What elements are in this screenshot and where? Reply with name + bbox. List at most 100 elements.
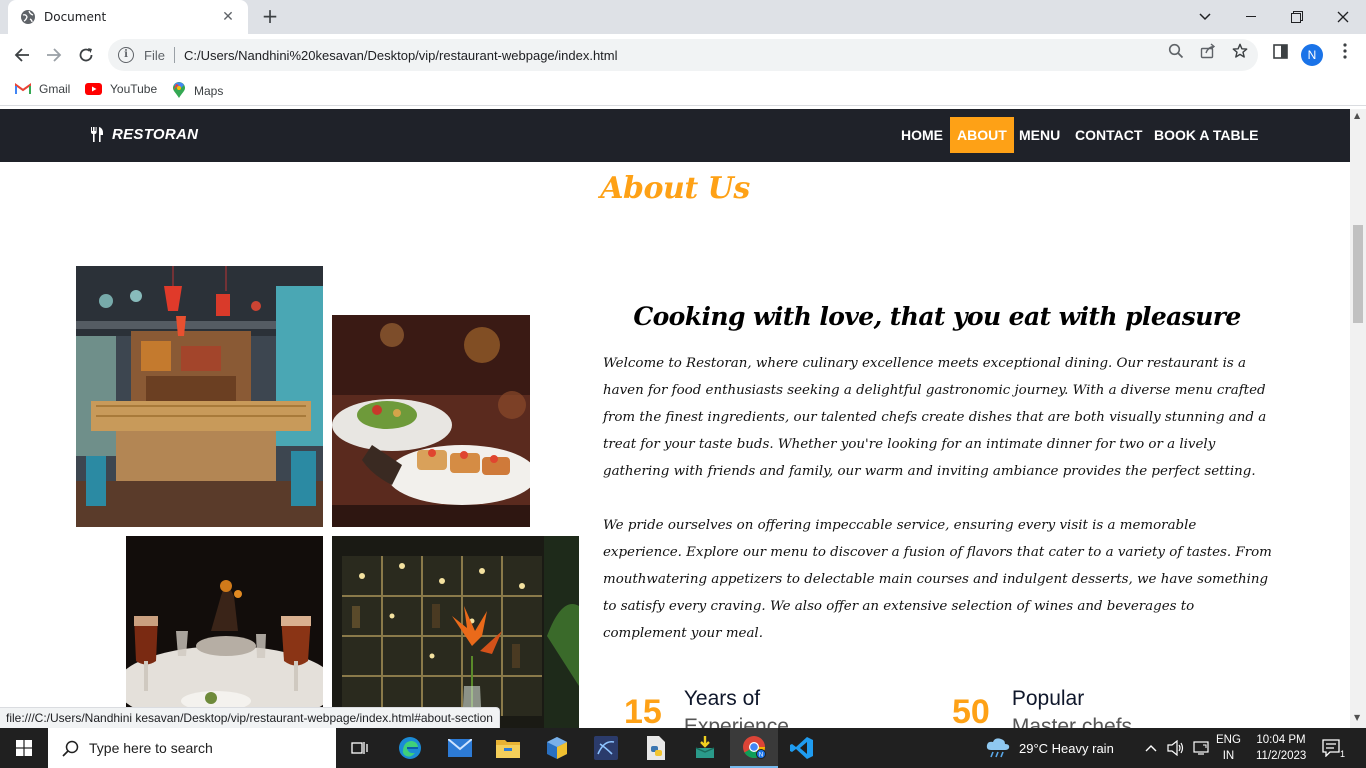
scroll-up-icon[interactable]: ▲: [1354, 111, 1360, 120]
scroll-down-icon[interactable]: ▼: [1354, 713, 1360, 722]
minimize-button[interactable]: [1228, 0, 1274, 34]
nav-contact[interactable]: CONTACT: [1068, 117, 1149, 153]
arrow-left-icon: [14, 48, 29, 62]
vscode-icon: [790, 737, 813, 759]
bookmark-label: Maps: [194, 83, 224, 98]
nav-home[interactable]: HOME: [894, 117, 950, 153]
arrow-right-icon: [47, 48, 62, 62]
share-button[interactable]: [1199, 42, 1217, 60]
stat-years: 15 Years of Experience: [624, 685, 789, 728]
install-package-icon: [695, 736, 715, 758]
task-view-button[interactable]: [336, 728, 384, 768]
page-viewport: RESTORAN HOME ABOUT MENU CONTACT BOOK A …: [0, 109, 1350, 728]
taskbar-search[interactable]: Type here to search: [48, 728, 336, 768]
sql-tool-taskbar-app[interactable]: [582, 728, 630, 768]
edge-taskbar-app[interactable]: [386, 728, 434, 768]
chevron-up-icon: [1145, 745, 1157, 752]
stat-label: Years of Experience: [684, 685, 789, 728]
windows-taskbar: Type here to search N 29°C Heavy rain EN…: [0, 728, 1366, 768]
speaker-icon: [1167, 740, 1184, 756]
stat-line-1: Years of: [683, 687, 761, 710]
notifications-button[interactable]: 1: [1322, 728, 1345, 768]
address-url[interactable]: C:/Users/Nandhini%20kesavan/Desktop/vip/…: [184, 48, 618, 63]
scrollbar-thumb[interactable]: [1353, 225, 1363, 323]
page-scrollbar[interactable]: ▲ ▼: [1350, 109, 1366, 728]
cube-icon: [547, 737, 567, 759]
forward-button[interactable]: [41, 42, 67, 68]
stat-number: 15: [624, 693, 662, 728]
start-button[interactable]: [0, 728, 48, 768]
bookmark-star-button[interactable]: [1231, 42, 1249, 60]
bookmark-label: Gmail: [39, 82, 71, 96]
chrome-taskbar-app[interactable]: N: [730, 728, 778, 768]
language-indicator[interactable]: ENG IN: [1216, 732, 1241, 764]
nav-about[interactable]: ABOUT: [950, 117, 1014, 153]
svg-text:N: N: [759, 753, 763, 759]
youtube-icon: [85, 83, 102, 95]
edge-icon: [399, 737, 421, 759]
taskbar-clock[interactable]: 10:04 PM 11/2/2023: [1256, 732, 1306, 764]
close-tab-icon[interactable]: ✕: [220, 9, 236, 25]
database-tool-icon: [594, 736, 618, 760]
minimize-icon: [1246, 16, 1256, 17]
tab-search-button[interactable]: [1182, 0, 1228, 34]
gmail-icon: [15, 83, 31, 95]
chrome-icon: N: [743, 736, 766, 759]
close-window-button[interactable]: [1320, 0, 1366, 34]
address-scheme: File: [144, 47, 165, 63]
nav-menu[interactable]: MENU: [1012, 117, 1067, 153]
globe-icon: [21, 10, 35, 24]
task-view-icon: [351, 742, 368, 754]
close-icon: [1337, 11, 1349, 23]
stat-label: Popular Master chefs: [1012, 685, 1132, 728]
star-icon: [1232, 43, 1248, 58]
bookmark-youtube[interactable]: YouTube: [85, 82, 157, 96]
maps-icon: [172, 82, 186, 99]
stat-line-2: Experience: [683, 715, 789, 728]
python-taskbar-app[interactable]: [632, 728, 680, 768]
bookmarks-bar: Gmail YouTube Maps: [0, 76, 1366, 106]
bookmark-maps[interactable]: Maps: [172, 82, 223, 99]
stat-chefs: 50 Popular Master chefs: [952, 685, 1132, 728]
installer-taskbar-app[interactable]: [681, 728, 729, 768]
file-explorer-taskbar-app[interactable]: [484, 728, 532, 768]
side-panel-icon: [1272, 43, 1288, 59]
reload-icon: [79, 48, 93, 62]
vscode-taskbar-app[interactable]: [778, 728, 826, 768]
nav-book-a-table[interactable]: BOOK A TABLE: [1147, 117, 1265, 153]
browser-toolbar: i File C:/Users/Nandhini%20kesavan/Deskt…: [0, 34, 1366, 76]
network-button[interactable]: [1193, 728, 1209, 768]
food-plates-photo: [332, 315, 530, 527]
address-bar[interactable]: i File C:/Users/Nandhini%20kesavan/Deskt…: [108, 39, 1258, 71]
side-panel-button[interactable]: [1271, 42, 1289, 60]
show-hidden-icons-button[interactable]: [1145, 728, 1157, 768]
site-brand[interactable]: RESTORAN: [90, 126, 198, 143]
weather-widget[interactable]: 29°C Heavy rain: [985, 728, 1114, 768]
virtualbox-taskbar-app[interactable]: [533, 728, 581, 768]
mail-taskbar-app[interactable]: [436, 728, 484, 768]
volume-button[interactable]: [1167, 728, 1185, 768]
weather-text: 29°C Heavy rain: [1019, 740, 1114, 756]
info-icon[interactable]: i: [118, 47, 134, 63]
bookmark-label: YouTube: [110, 82, 158, 96]
link-status-bar: file:///C:/Users/Nandhini kesavan/Deskto…: [0, 707, 500, 728]
bookmark-gmail[interactable]: Gmail: [15, 82, 70, 96]
region-code: IN: [1222, 750, 1235, 762]
rain-cloud-icon: [986, 738, 1010, 758]
search-icon: [62, 740, 79, 757]
clock-date: 11/2/2023: [1256, 750, 1307, 762]
mail-icon: [448, 739, 472, 757]
reload-button[interactable]: [73, 42, 99, 68]
profile-avatar[interactable]: N: [1301, 44, 1323, 66]
browser-tab[interactable]: Document ✕: [8, 0, 248, 34]
stat-line-2: Master chefs: [1011, 715, 1133, 728]
kebab-menu-icon: [1343, 43, 1347, 59]
zoom-button[interactable]: [1167, 42, 1185, 60]
menu-button[interactable]: [1336, 42, 1354, 60]
new-tab-button[interactable]: +: [258, 5, 282, 29]
windows-logo-icon: [16, 740, 32, 756]
magnifier-icon: [1168, 43, 1184, 59]
restore-button[interactable]: [1274, 0, 1320, 34]
back-button[interactable]: [9, 42, 35, 68]
clock-time: 10:04 PM: [1256, 734, 1306, 746]
